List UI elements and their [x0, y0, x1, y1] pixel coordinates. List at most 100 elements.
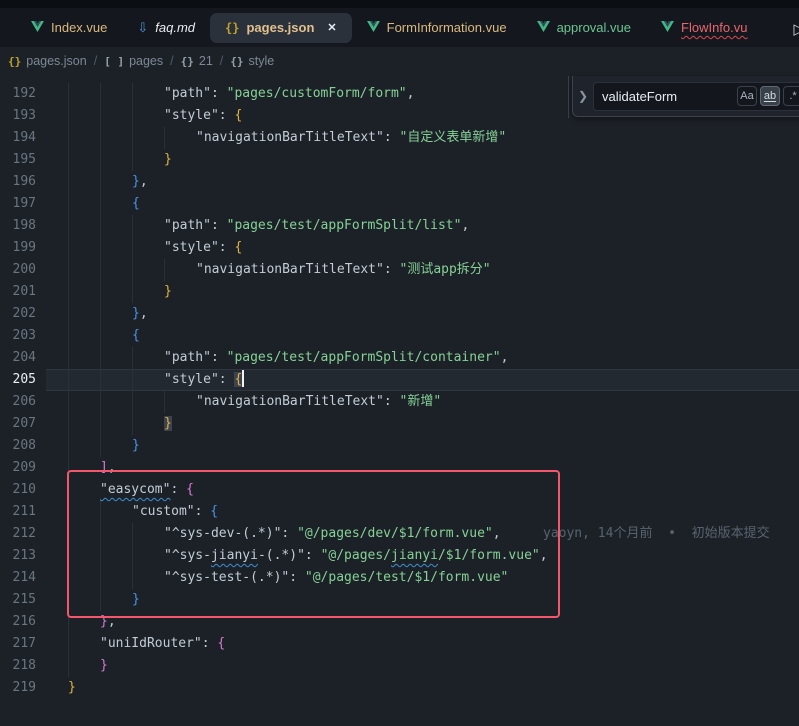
- tab-faq-md[interactable]: ⇩faq.md: [122, 13, 210, 43]
- tab-pages-json[interactable]: {}pages.json✕: [210, 13, 352, 43]
- code-token: {: [234, 108, 242, 123]
- breadcrumb-separator: /: [170, 54, 173, 68]
- close-tab-icon[interactable]: ✕: [327, 21, 336, 34]
- vue-file-icon: [661, 21, 674, 34]
- code-token: }: [164, 416, 172, 431]
- line-content: {: [132, 325, 140, 347]
- find-widget-sash[interactable]: [568, 76, 569, 118]
- code-token: ,: [407, 86, 415, 101]
- code-token: :: [211, 350, 227, 365]
- code-token: ,: [461, 218, 469, 233]
- code-line-217[interactable]: 217"uniIdRouter": {: [0, 633, 799, 655]
- indent-guide: [100, 589, 101, 611]
- indent-guide: [132, 237, 133, 259]
- indent-guide: [68, 83, 69, 105]
- code-token: {: [186, 482, 194, 497]
- code-token: {: [234, 372, 242, 387]
- tab-index-vue[interactable]: Index.vue: [16, 13, 122, 43]
- code-token: {: [217, 636, 225, 651]
- find-query-text[interactable]: validateForm: [602, 89, 737, 104]
- code-line-195[interactable]: 195}: [0, 149, 799, 171]
- code-line-205[interactable]: 205"style": {: [0, 369, 799, 391]
- code-line-196[interactable]: 196},: [0, 171, 799, 193]
- code-token: "path": [164, 86, 211, 101]
- whole-word-button[interactable]: ab: [760, 86, 780, 106]
- code-line-200[interactable]: 200"navigationBarTitleText": "测试app拆分": [0, 259, 799, 281]
- line-number: 194: [0, 127, 36, 149]
- tab-forminformation-vue[interactable]: FormInformation.vue: [352, 13, 522, 43]
- indent-guide: [132, 259, 133, 281]
- indent-guide: [132, 391, 133, 413]
- code-line-198[interactable]: 198"path": "pages/test/appFormSplit/list…: [0, 215, 799, 237]
- code-line-216[interactable]: 216},: [0, 611, 799, 633]
- breadcrumb-item-pages[interactable]: [ ] pages: [104, 54, 163, 68]
- indent-guide: [100, 413, 101, 435]
- breadcrumb-item-style[interactable]: {}style: [230, 54, 274, 68]
- code-line-215[interactable]: 215}: [0, 589, 799, 611]
- code-editor[interactable]: 192"path": "pages/customForm/form",193"s…: [0, 75, 799, 726]
- find-input[interactable]: validateForm Aa ab .*: [593, 82, 799, 111]
- code-line-201[interactable]: 201}: [0, 281, 799, 303]
- indent-guide: [100, 303, 101, 325]
- breadcrumb: {}pages.json/[ ]pages/{}21/{}style: [0, 47, 799, 75]
- code-line-214[interactable]: 214"^sys-test-(.*)": "@/pages/test/$1/fo…: [0, 567, 799, 589]
- line-number: 202: [0, 303, 36, 325]
- indent-guide: [68, 127, 69, 149]
- code-line-218[interactable]: 218}: [0, 655, 799, 677]
- line-content: "path": "pages/customForm/form",: [164, 83, 414, 105]
- line-number: 209: [0, 457, 36, 479]
- code-token: "^sys-dev-(.*)": [164, 526, 281, 541]
- indent-guide: [164, 391, 165, 413]
- indent-guide: [100, 347, 101, 369]
- line-content: }: [164, 281, 172, 303]
- tab-label: faq.md: [155, 20, 195, 35]
- code-line-211[interactable]: 211"custom": {: [0, 501, 799, 523]
- regex-button[interactable]: .*: [783, 86, 799, 106]
- toggle-replace-icon[interactable]: ❯: [573, 89, 593, 103]
- indent-guide: [68, 369, 69, 391]
- code-line-210[interactable]: 210"easycom": {: [0, 479, 799, 501]
- code-line-203[interactable]: 203{: [0, 325, 799, 347]
- breadcrumb-label: pages: [129, 54, 163, 68]
- code-token: :: [305, 548, 321, 563]
- indent-guide: [132, 281, 133, 303]
- code-line-213[interactable]: 213"^sys-jianyi-(.*)": "@/pages/jianyi/$…: [0, 545, 799, 567]
- code-token: :: [211, 86, 227, 101]
- tab-approval-vue[interactable]: approval.vue: [522, 13, 646, 43]
- code-token: :: [281, 526, 297, 541]
- breadcrumb-item-21[interactable]: {}21: [181, 54, 213, 68]
- breadcrumb-separator: /: [220, 54, 223, 68]
- indent-guide: [68, 303, 69, 325]
- code-line-206[interactable]: 206"navigationBarTitleText": "新增": [0, 391, 799, 413]
- indent-guide: [132, 523, 133, 545]
- line-content: },: [132, 303, 148, 325]
- code-line-202[interactable]: 202},: [0, 303, 799, 325]
- code-token: ,: [540, 548, 548, 563]
- code-token: "^sys-test-(.*)": [164, 570, 289, 585]
- code-line-212[interactable]: 212"^sys-dev-(.*)": "@/pages/dev/$1/form…: [0, 523, 799, 545]
- code-line-208[interactable]: 208}: [0, 435, 799, 457]
- array-symbol-icon: [ ]: [104, 55, 124, 68]
- vue-file-icon: [31, 21, 44, 34]
- indent-guide: [132, 83, 133, 105]
- next-editor-icon[interactable]: ▷: [793, 20, 799, 38]
- code-line-207[interactable]: 207}: [0, 413, 799, 435]
- code-line-194[interactable]: 194"navigationBarTitleText": "自定义表单新增": [0, 127, 799, 149]
- tab-label: FlowInfo.vu: [681, 20, 747, 35]
- line-number: 218: [0, 655, 36, 677]
- tab-flowinfo-vu[interactable]: FlowInfo.vu: [646, 13, 762, 43]
- line-content: "path": "pages/test/appFormSplit/list",: [164, 215, 469, 237]
- match-case-button[interactable]: Aa: [737, 86, 757, 106]
- code-token: :: [211, 218, 227, 233]
- code-line-209[interactable]: 209],: [0, 457, 799, 479]
- indent-guide: [68, 171, 69, 193]
- code-line-219[interactable]: 219}: [0, 677, 799, 699]
- code-token: "测试app拆分": [400, 262, 491, 277]
- code-token: :: [219, 108, 235, 123]
- code-line-199[interactable]: 199"style": {: [0, 237, 799, 259]
- indent-guide: [100, 171, 101, 193]
- indent-guide: [68, 435, 69, 457]
- code-line-204[interactable]: 204"path": "pages/test/appFormSplit/cont…: [0, 347, 799, 369]
- code-line-197[interactable]: 197{: [0, 193, 799, 215]
- breadcrumb-item-pages-json[interactable]: {}pages.json: [8, 54, 87, 68]
